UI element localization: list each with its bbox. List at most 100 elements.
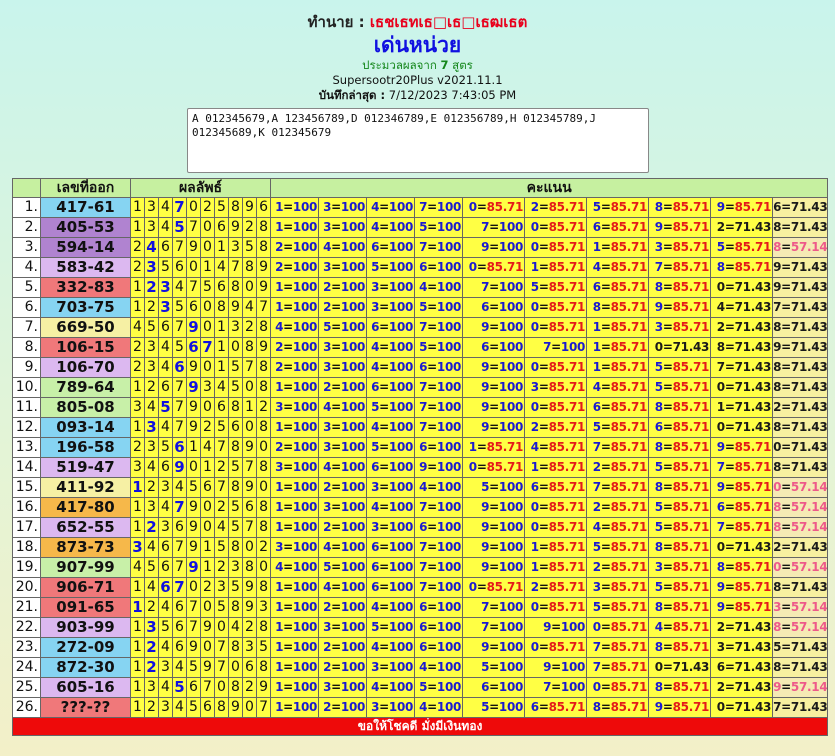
score-cell: 6=85.71 — [524, 477, 588, 498]
score-cell: 1=100 — [270, 417, 320, 438]
score-equals: = — [662, 360, 673, 374]
score-cell: 4=100 — [366, 197, 416, 218]
score-cell: 9=85.71 — [710, 577, 774, 598]
drawn-number: 106-15 — [40, 337, 131, 358]
score-equals: = — [283, 260, 293, 274]
score-value: 100 — [388, 320, 414, 334]
score-equals: = — [427, 500, 437, 514]
result-digit: 2 — [200, 577, 215, 598]
score-digit: 9 — [716, 480, 725, 494]
drawn-number: 405-53 — [40, 217, 131, 238]
score-equals: = — [724, 660, 735, 674]
score-digit: 0 — [773, 480, 782, 494]
score-digit: 5 — [716, 240, 725, 254]
score-value: 85.71 — [610, 600, 648, 614]
result-digit: 8 — [255, 317, 272, 338]
score-equals: = — [538, 240, 549, 254]
result-digit: 6 — [200, 697, 215, 718]
score-digit: 7 — [716, 460, 725, 474]
score-value: 71.43 — [790, 260, 828, 274]
result-digit: 0 — [200, 317, 215, 338]
score-equals: = — [724, 600, 735, 614]
saved-value: 7/12/2023 7:43:05 PM — [388, 88, 517, 102]
score-value: 100 — [388, 500, 414, 514]
score-digit: 8 — [773, 240, 782, 254]
score-digit: 2 — [323, 640, 332, 654]
score-value: 85.71 — [610, 300, 648, 314]
table-row: 9. 106-70 2 3 4 6 9 0 1 5 7 8 2=100 3=100 4=100 6=100 9=… — [12, 357, 829, 378]
score-digit: 8 — [773, 320, 782, 334]
score-equals: = — [662, 700, 673, 714]
result-digit: 3 — [228, 237, 243, 258]
drawn-number: 873-73 — [40, 537, 131, 558]
score-cell: 5=100 — [366, 617, 416, 638]
score-value: 100 — [340, 280, 366, 294]
score-value: 100 — [292, 660, 318, 674]
score-equals: = — [600, 620, 611, 634]
score-value: 100 — [340, 660, 366, 674]
row-index: 26. — [12, 697, 41, 718]
score-cell: 1=100 — [270, 697, 320, 718]
formula-textarea[interactable] — [187, 108, 649, 173]
score-equals: = — [283, 460, 293, 474]
result-digit: 0 — [228, 337, 243, 358]
score-cell: 2=85.71 — [586, 557, 650, 578]
score-cell: 5=100 — [414, 297, 464, 318]
score-digit: 6 — [592, 220, 601, 234]
score-value: 100 — [436, 380, 462, 394]
score-digit: 7 — [592, 640, 601, 654]
score-digit: 7 — [419, 240, 428, 254]
score-cell: 2=100 — [270, 337, 320, 358]
score-cell: 9=85.71 — [648, 217, 712, 238]
score-cell: 9=85.71 — [710, 197, 774, 218]
score-cell: 5=85.71 — [648, 457, 712, 478]
score-digit: 7 — [773, 700, 782, 714]
owner-line: ทำนาย : เธชเธทเธ□เธ□เธฒเธต — [0, 12, 835, 32]
score-digit: 1 — [592, 320, 601, 334]
result-digit: 9 — [186, 357, 201, 378]
score-cell: 3=100 — [318, 617, 368, 638]
result-digit: 9 — [186, 397, 201, 418]
score-value: 71.43 — [734, 400, 772, 414]
score-value: 85.71 — [548, 580, 586, 594]
score-cell: 2=85.71 — [586, 457, 650, 478]
score-value: 100 — [292, 500, 318, 514]
result-digit: 9 — [242, 597, 257, 618]
score-digit: 2 — [275, 340, 284, 354]
score-value: 71.43 — [672, 340, 710, 354]
score-cell: 2=85.71 — [524, 417, 588, 438]
result-digit: 2 — [242, 217, 257, 238]
row-index: 2. — [12, 217, 41, 238]
score-digit: 4 — [592, 260, 601, 274]
score-value: 100 — [388, 380, 414, 394]
subtitle: ประมวลผลจาก 7 สูตร — [0, 58, 835, 73]
score-cell: 1=85.71 — [524, 257, 588, 278]
score-cell: 4=100 — [270, 557, 320, 578]
score-digit: 0 — [773, 560, 782, 574]
score-value: 100 — [498, 300, 524, 314]
score-digit: 1 — [275, 660, 284, 674]
score-cell: 1=85.71 — [586, 357, 650, 378]
score-value: 85.71 — [486, 580, 524, 594]
score-equals: = — [283, 300, 293, 314]
result-digit: 7 — [228, 257, 243, 278]
score-value: 100 — [340, 220, 366, 234]
table-body: 1. 417-61 1 3 4 7 0 2 5 8 9 6 1=100 3=100 4=100 7=100 0=… — [12, 197, 829, 718]
score-value: 100 — [292, 380, 318, 394]
score-cell: 6=100 — [462, 297, 526, 318]
score-equals: = — [724, 560, 735, 574]
score-cell: 0=85.71 — [462, 457, 526, 478]
score-cell: 2=71.43 — [772, 397, 829, 418]
score-value: 100 — [340, 580, 366, 594]
score-cell: 3=100 — [318, 357, 368, 378]
score-equals: = — [283, 440, 293, 454]
score-digit: 5 — [592, 600, 601, 614]
score-equals: = — [379, 360, 389, 374]
score-value: 85.71 — [672, 260, 710, 274]
score-equals: = — [724, 620, 735, 634]
score-cell: 7=100 — [462, 597, 526, 618]
score-value: 71.43 — [734, 640, 772, 654]
score-value: 100 — [340, 540, 366, 554]
score-digit: 2 — [530, 200, 539, 214]
score-value: 100 — [436, 700, 462, 714]
